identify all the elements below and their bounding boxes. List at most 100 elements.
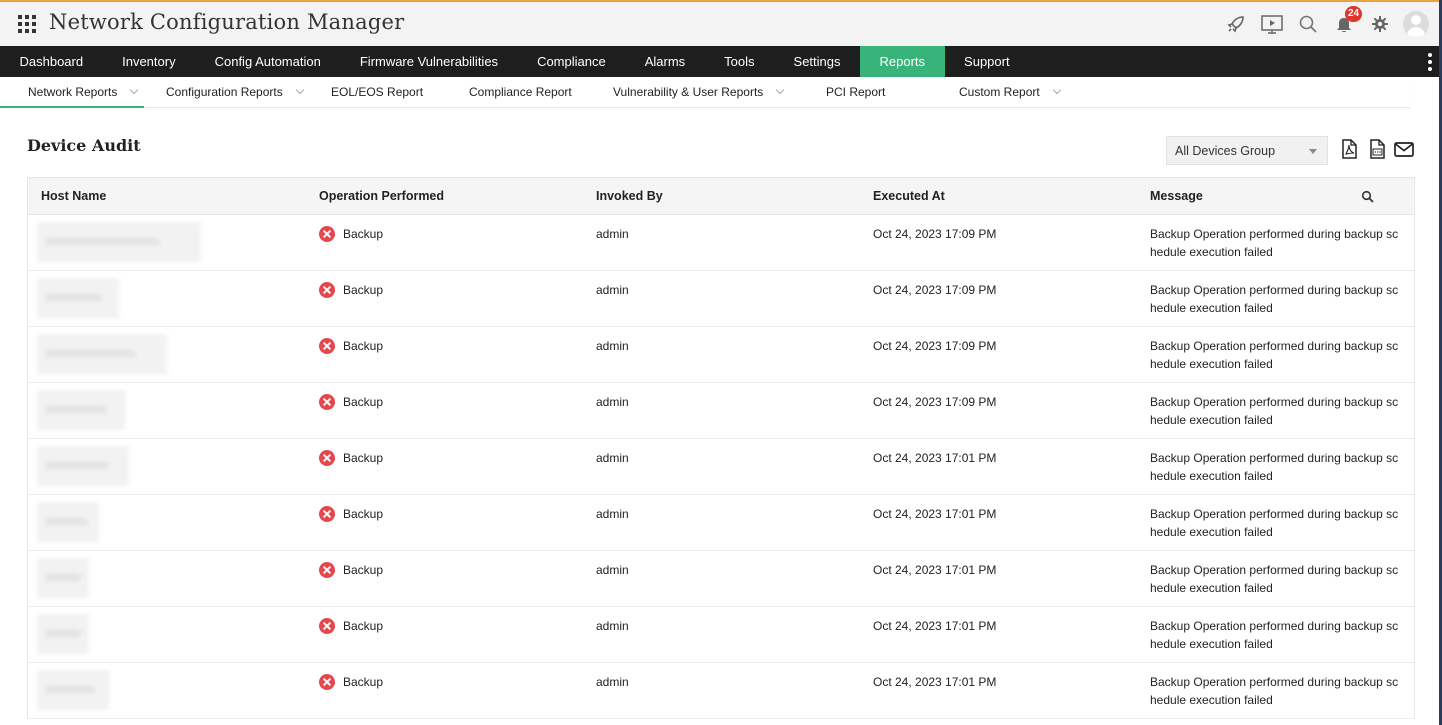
- failed-status-icon: [319, 674, 335, 690]
- table-header: Host Name Operation Performed Invoked By…: [28, 178, 1414, 215]
- nav-reports[interactable]: Reports: [860, 46, 945, 77]
- message-cell: Backup Operation performed during backup…: [1150, 451, 1399, 483]
- message-cell: Backup Operation performed during backup…: [1150, 395, 1399, 427]
- export-pdf-icon[interactable]: [1338, 138, 1360, 160]
- chevron-down-icon: [1052, 85, 1061, 95]
- operation-text: Backup: [343, 283, 384, 297]
- table-row[interactable]: Backup admin Oct 24, 2023 17:09 PM Backu…: [28, 271, 1414, 327]
- nav-compliance[interactable]: Compliance: [518, 46, 626, 77]
- column-header-executed-at[interactable]: Executed At: [873, 189, 945, 203]
- table-row[interactable]: Backup admin Oct 24, 2023 17:01 PM Backu…: [28, 663, 1414, 719]
- operation-text: Backup: [343, 227, 384, 241]
- host-name-redacted: [37, 670, 109, 710]
- nav-support[interactable]: Support: [945, 46, 1030, 77]
- app-title: Network Configuration Manager: [49, 10, 405, 34]
- column-search-icon[interactable]: [1361, 190, 1375, 204]
- table-row[interactable]: Backup admin Oct 24, 2023 17:01 PM Backu…: [28, 495, 1414, 551]
- column-header-message[interactable]: Message: [1150, 189, 1203, 203]
- email-icon[interactable]: [1393, 138, 1415, 160]
- nav-alarms[interactable]: Alarms: [625, 46, 704, 77]
- failed-status-icon: [319, 226, 335, 242]
- top-toolbar: 24: [1218, 6, 1434, 40]
- subnav-eol-eos-report[interactable]: EOL/EOS Report: [311, 77, 469, 107]
- table-row[interactable]: Backup admin Oct 24, 2023 17:01 PM Backu…: [28, 439, 1414, 495]
- invoked-by-cell: admin: [596, 507, 629, 521]
- device-group-select[interactable]: All Devices Group: [1166, 136, 1328, 165]
- nav-settings[interactable]: Settings: [774, 46, 860, 77]
- subnav-configuration-reports[interactable]: Configuration Reports: [144, 77, 311, 107]
- subnav-label: Custom Report: [959, 85, 1040, 99]
- invoked-by-cell: admin: [596, 675, 629, 689]
- subnav-vulnerability-user-reports[interactable]: Vulnerability & User Reports: [613, 77, 826, 107]
- operation-cell: Backup: [319, 337, 383, 355]
- rocket-icon[interactable]: [1218, 8, 1254, 40]
- nav-config-automation[interactable]: Config Automation: [195, 46, 340, 77]
- message-cell: Backup Operation performed during backup…: [1150, 507, 1399, 539]
- subnav-network-reports[interactable]: Network Reports: [0, 77, 144, 108]
- table-row[interactable]: Backup admin Oct 24, 2023 17:09 PM Backu…: [28, 327, 1414, 383]
- message-cell: Backup Operation performed during backup…: [1150, 563, 1399, 595]
- failed-status-icon: [319, 618, 335, 634]
- subnav-label: Network Reports: [28, 85, 118, 99]
- avatar: [1403, 11, 1429, 37]
- host-name-redacted: [37, 502, 99, 542]
- table-row[interactable]: Backup admin Oct 24, 2023 17:01 PM Backu…: [28, 551, 1414, 607]
- executed-at-cell: Oct 24, 2023 17:09 PM: [873, 283, 997, 297]
- more-menu-icon[interactable]: [1428, 53, 1432, 71]
- executed-at-cell: Oct 24, 2023 17:01 PM: [873, 507, 997, 521]
- subnav-label: PCI Report: [826, 85, 886, 99]
- subnav-label: Compliance Report: [469, 85, 572, 99]
- invoked-by-cell: admin: [596, 339, 629, 353]
- chevron-down-icon: [295, 85, 304, 95]
- host-name-redacted: [37, 558, 89, 598]
- export-csv-icon[interactable]: [1366, 138, 1388, 160]
- message-cell: Backup Operation performed during backup…: [1150, 619, 1399, 651]
- presentation-icon[interactable]: [1254, 8, 1290, 40]
- bell-icon[interactable]: 24: [1326, 6, 1363, 40]
- table-row[interactable]: Backup admin Oct 24, 2023 17:01 PM Backu…: [28, 607, 1414, 663]
- operation-text: Backup: [343, 339, 384, 353]
- executed-at-cell: Oct 24, 2023 17:01 PM: [873, 675, 997, 689]
- title-bar: Network Configuration Manager 24: [0, 0, 1442, 46]
- subnav-label: Configuration Reports: [166, 85, 283, 99]
- notification-badge: 24: [1345, 6, 1363, 22]
- host-name-redacted: [37, 222, 201, 262]
- executed-at-cell: Oct 24, 2023 17:01 PM: [873, 563, 997, 577]
- operation-cell: Backup: [319, 449, 383, 467]
- column-header-invoked-by[interactable]: Invoked By: [596, 189, 663, 203]
- operation-cell: Backup: [319, 617, 383, 635]
- gear-icon[interactable]: [1362, 8, 1398, 40]
- column-header-operation[interactable]: Operation Performed: [319, 189, 444, 203]
- search-icon[interactable]: [1290, 8, 1326, 40]
- host-name-redacted: [37, 278, 119, 318]
- subnav-custom-report[interactable]: Custom Report: [959, 77, 1099, 107]
- operation-text: Backup: [343, 507, 384, 521]
- page-title: Device Audit: [27, 136, 141, 155]
- nav-firmware-vulnerabilities[interactable]: Firmware Vulnerabilities: [340, 46, 517, 77]
- table-row[interactable]: Backup admin Oct 24, 2023 17:09 PM Backu…: [28, 215, 1414, 271]
- host-name-redacted: [37, 614, 89, 654]
- failed-status-icon: [319, 394, 335, 410]
- subnav-pci-report[interactable]: PCI Report: [826, 77, 959, 107]
- sub-nav: Network Reports Configuration Reports EO…: [0, 77, 1410, 108]
- apps-grid-icon[interactable]: [18, 15, 36, 33]
- device-audit-table: Host Name Operation Performed Invoked By…: [27, 177, 1415, 719]
- nav-tools[interactable]: Tools: [705, 46, 774, 77]
- message-cell: Backup Operation performed during backup…: [1150, 227, 1399, 259]
- table-row[interactable]: Backup admin Oct 24, 2023 17:09 PM Backu…: [28, 383, 1414, 439]
- failed-status-icon: [319, 450, 335, 466]
- user-avatar-icon[interactable]: [1398, 8, 1434, 40]
- nav-dashboard[interactable]: Dashboard: [0, 46, 103, 77]
- host-name-redacted: [37, 446, 129, 486]
- nav-inventory[interactable]: Inventory: [103, 46, 195, 77]
- operation-text: Backup: [343, 563, 384, 577]
- chevron-down-icon: [776, 85, 785, 95]
- invoked-by-cell: admin: [596, 395, 629, 409]
- invoked-by-cell: admin: [596, 619, 629, 633]
- operation-cell: Backup: [319, 673, 383, 691]
- subnav-compliance-report[interactable]: Compliance Report: [469, 77, 613, 107]
- operation-cell: Backup: [319, 225, 383, 243]
- column-header-host-name[interactable]: Host Name: [41, 189, 106, 203]
- executed-at-cell: Oct 24, 2023 17:09 PM: [873, 227, 997, 241]
- operation-cell: Backup: [319, 393, 383, 411]
